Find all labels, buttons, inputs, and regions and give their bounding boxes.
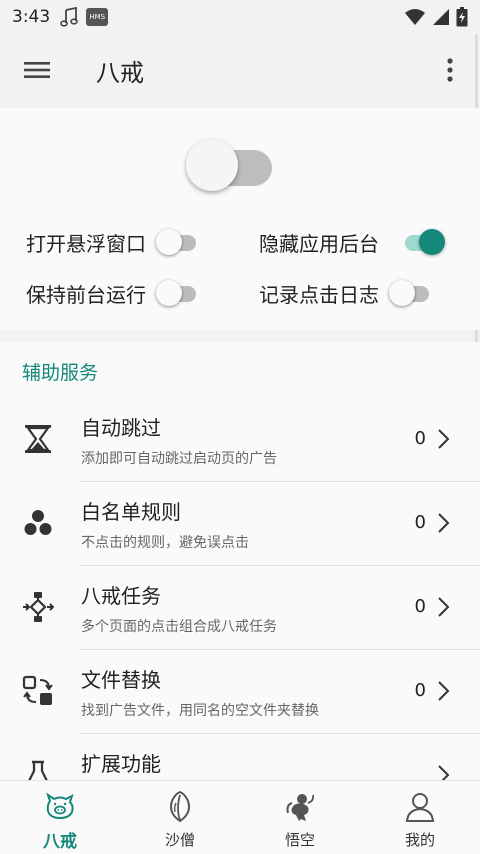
pig-icon — [46, 792, 74, 820]
page-title: 八戒 — [96, 58, 144, 87]
service-subtitle: 多个页面的点击组合成八戒任务 — [81, 619, 277, 635]
chevron-right-icon — [438, 681, 450, 701]
option-hide-recent: 隐藏应用后台 — [259, 227, 445, 257]
status-time: 3:43 — [12, 7, 51, 27]
float-window-switch[interactable] — [156, 227, 202, 257]
three-dots-icon — [24, 510, 52, 535]
nav-label: 我的 — [404, 831, 435, 849]
chevron-right-icon — [438, 765, 450, 780]
service-title: 扩展功能 — [81, 752, 161, 776]
flask-icon — [28, 760, 48, 780]
bottom-nav: 八戒 沙僧 悟空 我的 — [0, 780, 480, 854]
keep-foreground-switch[interactable] — [156, 278, 202, 308]
service-subtitle: 找到广告文件，用同名的空文件夹替换 — [81, 703, 319, 719]
option-keep-foreground: 保持前台运行 — [26, 278, 202, 308]
music-note-icon — [60, 7, 78, 27]
switch-panel: 打开悬浮窗口 隐藏应用后台 保持前台运行 记录点击日志 — [0, 108, 480, 330]
switch-thumb — [156, 229, 182, 255]
chevron-right-icon — [438, 597, 450, 617]
battery-charging-icon — [456, 7, 468, 27]
nav-label: 沙僧 — [164, 831, 195, 849]
keep-foreground-label: 保持前台运行 — [26, 282, 146, 307]
more-vert-icon — [447, 58, 453, 82]
master-switch[interactable] — [186, 136, 274, 192]
hide-recent-switch[interactable] — [399, 227, 445, 257]
service-title: 八戒任务 — [81, 584, 161, 608]
service-extensions[interactable]: 扩展功能 — [0, 734, 480, 780]
hourglass-icon — [25, 425, 51, 453]
master-switch-thumb — [186, 139, 238, 191]
service-title: 文件替换 — [81, 668, 161, 692]
nav-label: 八戒 — [43, 832, 77, 852]
service-count: 0 — [414, 596, 426, 617]
option-float-window: 打开悬浮窗口 — [26, 227, 202, 257]
chevron-right-icon — [438, 513, 450, 533]
nav-item-wukong[interactable]: 悟空 — [240, 781, 360, 854]
option-record-log: 记录点击日志 — [259, 278, 435, 308]
service-title: 白名单规则 — [81, 500, 181, 524]
nav-item-mine[interactable]: 我的 — [360, 781, 480, 854]
service-subtitle: 不点击的规则，避免误点击 — [81, 535, 249, 551]
service-auto-skip[interactable]: 自动跳过 添加即可自动跳过启动页的广告 0 — [0, 398, 480, 482]
swap-icon — [22, 675, 53, 705]
hide-recent-label: 隐藏应用后台 — [259, 231, 379, 256]
menu-button[interactable] — [0, 34, 74, 106]
flow-icon — [23, 592, 54, 622]
service-whitelist[interactable]: 白名单规则 不点击的规则，避免误点击 0 — [0, 482, 480, 566]
switch-thumb — [419, 229, 445, 255]
app-bar: 八戒 — [0, 34, 480, 106]
service-subtitle: 添加即可自动跳过启动页的广告 — [81, 451, 277, 467]
record-log-label: 记录点击日志 — [259, 282, 379, 307]
service-count: 0 — [414, 428, 426, 449]
nav-label: 悟空 — [284, 831, 315, 849]
hms-icon: HMS — [86, 8, 109, 26]
service-title: 自动跳过 — [81, 416, 161, 440]
more-options-button[interactable] — [420, 34, 480, 106]
person-icon — [405, 793, 435, 822]
float-window-label: 打开悬浮窗口 — [26, 231, 146, 256]
services-list: 自动跳过 添加即可自动跳过启动页的广告 0 白名单规则 不点击的规则，避免误点击… — [0, 398, 480, 780]
record-log-switch[interactable] — [389, 278, 435, 308]
hamburger-icon — [24, 62, 50, 78]
wifi-icon — [405, 9, 425, 25]
status-bar: 3:43 HMS — [0, 0, 480, 34]
services-section: 辅助服务 自动跳过 添加即可自动跳过启动页的广告 0 白名单规则 不点击的规则，… — [0, 342, 480, 780]
service-count: 0 — [414, 680, 426, 701]
switch-thumb — [156, 280, 182, 306]
section-title: 辅助服务 — [22, 362, 99, 384]
switch-thumb — [389, 280, 415, 306]
monkey-icon — [286, 794, 315, 821]
service-count: 0 — [414, 512, 426, 533]
leaf-icon — [170, 791, 190, 823]
nav-item-shaseng[interactable]: 沙僧 — [120, 781, 240, 854]
service-file-replace[interactable]: 文件替换 找到广告文件，用同名的空文件夹替换 0 — [0, 650, 480, 734]
nav-item-bajie[interactable]: 八戒 — [0, 781, 120, 854]
chevron-right-icon — [438, 429, 450, 449]
signal-icon — [433, 9, 449, 25]
service-bajie-task[interactable]: 八戒任务 多个页面的点击组合成八戒任务 0 — [0, 566, 480, 650]
